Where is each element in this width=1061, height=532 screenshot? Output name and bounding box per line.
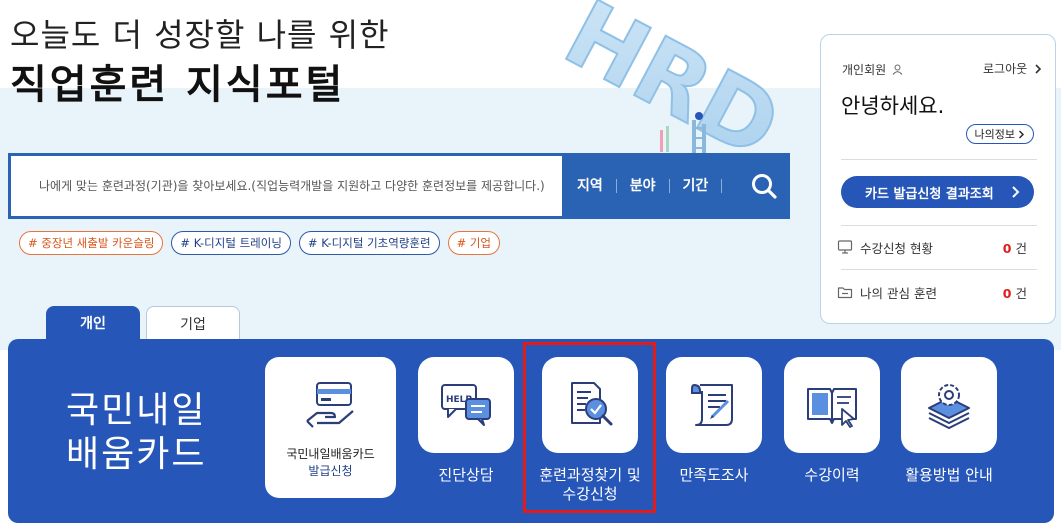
service-consult-button[interactable]: HELP [418,357,514,453]
folder-icon [837,287,853,299]
card-application-line2: 발급신청 [308,464,353,478]
logout-button[interactable]: 로그아웃 [983,60,1042,77]
hashtag-midcareer-counseling[interactable]: # 중장년 새출발 카운슬링 [19,231,164,255]
hashtag-list: # 중장년 새출발 카운슬링 # K-디지털 트레이닝 # K-디지털 기초역량… [19,231,501,255]
panel-title: 국민내일 배움카드 [66,389,206,477]
divider [841,225,1037,226]
search-icon[interactable] [750,172,778,200]
chevron-right-icon [1019,130,1024,138]
survey-scroll-icon [691,384,733,426]
hrd-decor-text: HRD [548,0,796,160]
panel-title-line1: 국민내일 [66,390,207,431]
tab-company[interactable]: 기업 [146,306,240,340]
panel-title-line2: 배움카드 [66,434,207,475]
search-bar: 지역 분야 기간 [8,153,790,219]
chevron-right-icon [1035,64,1042,74]
enrollment-status-row[interactable]: 수강신청 현황 0건 [837,237,1037,257]
card-application-button[interactable]: 국민내일배움카드 발급신청 [265,357,396,498]
divider [841,269,1037,270]
service-guide-button[interactable] [901,357,997,453]
filter-field-button[interactable]: 분야 [617,179,670,193]
service-guide-label: 활용방법 안내 [905,466,993,484]
service-consult-label: 진단상담 [438,466,494,484]
divider [841,159,1037,160]
interest-training-row[interactable]: 나의 관심 훈련 0건 [837,282,1037,302]
hashtag-k-digital-training[interactable]: # K-디지털 트레이닝 [171,231,291,255]
chevron-right-icon [1012,186,1020,198]
member-type: 개인회원 [842,61,903,78]
help-chat-icon: HELP [441,384,491,426]
card-application-line1: 국민내일배움카드 [286,447,375,461]
filter-region-button[interactable]: 지역 [564,179,617,193]
search-input[interactable] [11,156,562,216]
hero-title: 직업훈련 지식포털 [10,62,346,108]
gear-stack-icon [928,384,970,430]
user-icon [892,64,903,75]
highlight-box [523,342,656,513]
service-history-button[interactable] [784,357,880,453]
card-result-button[interactable]: 카드 발급신청 결과조회 [841,176,1034,208]
user-panel: 개인회원 로그아웃 안녕하세요. 나의정보 카드 발급신청 결과조회 수강신청 … [820,34,1056,324]
card-hand-icon [306,382,354,428]
hashtag-k-digital-basic[interactable]: # K-디지털 기초역량훈련 [298,231,440,255]
hrd-3d-illustration: HRD [547,0,797,160]
hero-subtitle: 오늘도 더 성장할 나를 위한 [10,16,390,54]
filter-period-button[interactable]: 기간 [670,179,723,193]
tab-individual[interactable]: 개인 [46,306,140,340]
monitor-icon [837,240,853,254]
greeting: 안녕하세요. [841,94,945,118]
open-book-icon [807,388,857,428]
hashtag-company[interactable]: # 기업 [447,231,501,255]
service-survey-button[interactable] [666,357,762,453]
my-info-button[interactable]: 나의정보 [965,124,1034,144]
